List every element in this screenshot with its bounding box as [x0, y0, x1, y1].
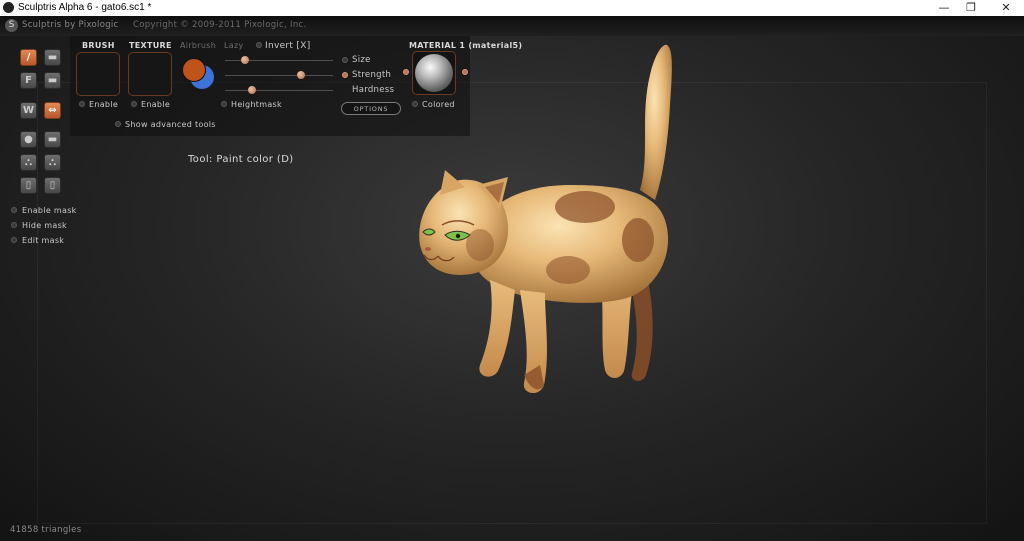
brush-enable-checkbox[interactable]	[79, 101, 85, 107]
copyright-text: Copyright © 2009-2011 Pixologic, Inc.	[133, 20, 307, 30]
strength-pressure-checkbox[interactable]	[342, 72, 348, 78]
close-button[interactable]: ✕	[990, 0, 1022, 16]
cat-eye-left	[422, 228, 436, 236]
scale-icon: ▯	[25, 180, 32, 191]
rotate-icon: ▯	[49, 180, 56, 191]
size-slider-knob[interactable]	[241, 56, 249, 64]
sphere-icon: ●	[24, 134, 33, 145]
sphere-tool-button[interactable]: ●	[20, 131, 37, 148]
cat-tail	[640, 44, 672, 200]
options-button[interactable]: OPTIONS	[341, 102, 401, 115]
brush-heading: BRUSH	[82, 41, 115, 50]
layer-icon: ▬	[47, 52, 58, 63]
texture-enable-label: Enable	[141, 100, 171, 109]
edit-mask-checkbox[interactable]	[11, 237, 17, 243]
triangle-count: 41858 triangles	[10, 525, 82, 535]
plane-icon: ▬	[47, 134, 58, 145]
current-tool-label: Tool: Paint color (D)	[188, 154, 294, 165]
smooth-tool-button[interactable]: ▬	[44, 72, 61, 89]
scale-tool-button[interactable]: ▯	[20, 177, 37, 194]
brand-text: Sculptris by Pixologic	[22, 20, 119, 30]
window-titlebar: Sculptris Alpha 6 - gato6.sc1 * — ❐ ✕	[0, 0, 1024, 16]
wave-tool-button[interactable]: W	[20, 102, 37, 119]
invert-label: Invert [X]	[265, 41, 311, 51]
pinch-tool-button[interactable]: ⛬	[44, 154, 61, 171]
enable-mask-label: Enable mask	[22, 206, 77, 215]
cat-3d-model[interactable]	[400, 35, 710, 410]
lazy-toggle[interactable]: Lazy	[224, 41, 244, 50]
hide-mask-checkbox[interactable]	[11, 222, 17, 228]
app-header: S Sculptris by Pixologic Copyright © 200…	[0, 16, 1024, 36]
advanced-tools-checkbox[interactable]	[115, 121, 121, 127]
paint-brush-tool-button[interactable]: /	[20, 49, 37, 66]
pixologic-logo-icon: S	[5, 19, 18, 32]
plane-tool-button[interactable]: ▬	[44, 131, 61, 148]
cat-spot	[546, 256, 590, 284]
rotate-tool-button[interactable]: ▯	[44, 177, 61, 194]
size-pressure-checkbox[interactable]	[342, 57, 348, 63]
invert-checkbox[interactable]	[256, 42, 262, 48]
texture-slot[interactable]	[128, 52, 172, 96]
hardness-slider-track[interactable]	[225, 90, 333, 91]
brush-alpha-slot[interactable]	[76, 52, 120, 96]
symmetry-arrows-icon: ⇔	[48, 105, 57, 116]
brush-icon: /	[26, 52, 31, 63]
hardness-label: Hardness	[352, 85, 395, 95]
cat-nose	[425, 247, 431, 251]
hide-mask-label: Hide mask	[22, 221, 67, 230]
advanced-tools-label: Show advanced tools	[125, 120, 216, 129]
hardness-slider-knob[interactable]	[248, 86, 256, 94]
heightmask-checkbox[interactable]	[221, 101, 227, 107]
sculpt-layer-tool-button[interactable]: ▬	[44, 49, 61, 66]
grab-tool-button[interactable]: ⛬	[20, 154, 37, 171]
flatten-icon: F	[25, 75, 32, 86]
smooth-icon: ▬	[47, 75, 58, 86]
strength-label: Strength	[352, 70, 392, 80]
grab-icon: ⛬	[25, 157, 32, 168]
edit-mask-label: Edit mask	[22, 236, 65, 245]
window-title: Sculptris Alpha 6 - gato6.sc1 *	[18, 2, 152, 13]
symmetry-toggle-button[interactable]: ⇔	[44, 102, 61, 119]
strength-slider-track[interactable]	[225, 75, 333, 76]
cat-spot	[622, 218, 654, 262]
restore-button[interactable]: ❐	[955, 0, 987, 16]
heightmask-label: Heightmask	[231, 100, 282, 109]
cat-cheek-spot	[466, 229, 494, 261]
wave-icon: W	[22, 105, 35, 116]
sculptris-app-icon	[3, 2, 14, 13]
texture-enable-checkbox[interactable]	[131, 101, 137, 107]
cat-pupil	[455, 233, 461, 239]
flatten-tool-button[interactable]: F	[20, 72, 37, 89]
pinch-icon: ⛬	[49, 157, 56, 168]
enable-mask-checkbox[interactable]	[11, 207, 17, 213]
primary-color-swatch[interactable]	[182, 58, 206, 82]
strength-slider-knob[interactable]	[297, 71, 305, 79]
cat-front-leg-left	[479, 280, 515, 377]
airbrush-toggle[interactable]: Airbrush	[180, 41, 216, 50]
size-label: Size	[352, 55, 371, 65]
brush-enable-label: Enable	[89, 100, 119, 109]
texture-heading: TEXTURE	[129, 41, 172, 50]
cat-spot	[555, 191, 615, 223]
